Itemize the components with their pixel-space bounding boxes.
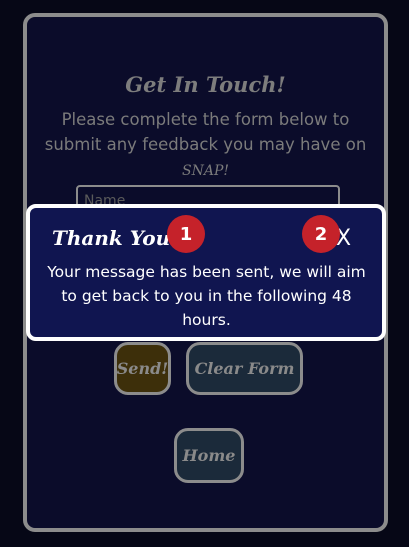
annotation-marker-1: 1 bbox=[167, 215, 205, 253]
modal-message: Your message has been sent, we will aim … bbox=[47, 263, 366, 329]
home-button[interactable]: Home bbox=[174, 428, 244, 483]
modal-title: Thank You! bbox=[52, 226, 179, 250]
page: Get In Touch! Please complete the form b… bbox=[0, 0, 409, 547]
clear-form-button[interactable]: Clear Form bbox=[186, 342, 303, 395]
send-button[interactable]: Send! bbox=[114, 342, 171, 395]
page-subtitle: Please complete the form below to submit… bbox=[33, 107, 378, 184]
subtitle-text: Please complete the form below to submit… bbox=[44, 110, 367, 154]
brand-name: SNAP! bbox=[182, 163, 229, 179]
page-title: Get In Touch! bbox=[125, 72, 286, 97]
annotation-marker-2: 2 bbox=[302, 215, 340, 253]
